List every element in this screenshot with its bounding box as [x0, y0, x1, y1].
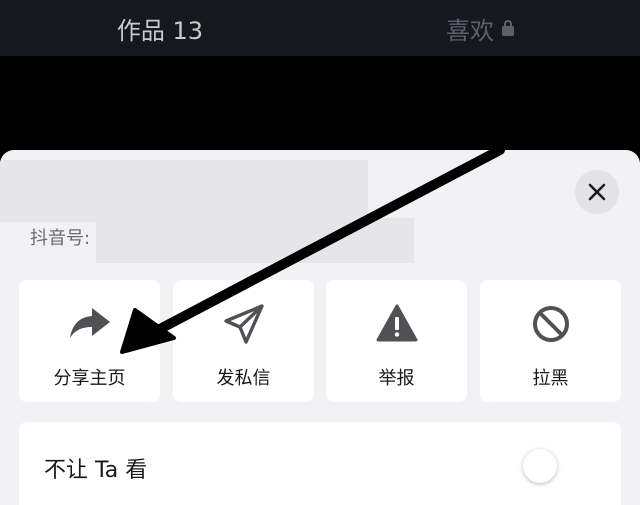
lock-icon	[502, 20, 514, 36]
block-button[interactable]: 拉黑	[480, 280, 621, 402]
tab-works-label: 作品 13	[116, 16, 204, 45]
block-icon	[532, 306, 569, 342]
warning-icon	[376, 304, 417, 342]
share-profile-button[interactable]: 分享主页	[19, 280, 160, 402]
send-message-button[interactable]: 发私信	[173, 280, 314, 402]
share-icon	[69, 308, 110, 338]
close-button[interactable]	[575, 170, 619, 214]
report-label: 举报	[378, 368, 415, 389]
action-sheet: 抖音号: 分享主页 发私信 举报 拉黑 不让 Ta 看	[0, 150, 640, 505]
report-button[interactable]: 举报	[326, 280, 467, 402]
content-area	[0, 56, 640, 152]
close-icon	[588, 183, 606, 201]
send-icon	[223, 304, 264, 344]
block-label: 拉黑	[532, 368, 569, 389]
account-id-label: 抖音号:	[30, 228, 91, 249]
send-message-label: 发私信	[216, 368, 271, 389]
redacted-account-id	[96, 218, 414, 263]
tab-likes-label: 喜欢	[446, 16, 494, 45]
hide-from-user-row: 不让 Ta 看	[19, 422, 621, 505]
hide-from-user-label: 不让 Ta 看	[44, 458, 148, 483]
hide-from-user-toggle[interactable]	[521, 447, 585, 485]
tab-likes[interactable]: 喜欢	[320, 0, 640, 56]
tab-works[interactable]: 作品 13	[0, 0, 320, 56]
redacted-username	[0, 160, 368, 222]
profile-tab-bar: 作品 13 喜欢	[0, 0, 640, 56]
share-profile-label: 分享主页	[53, 368, 126, 389]
toggle-knob	[523, 449, 557, 483]
